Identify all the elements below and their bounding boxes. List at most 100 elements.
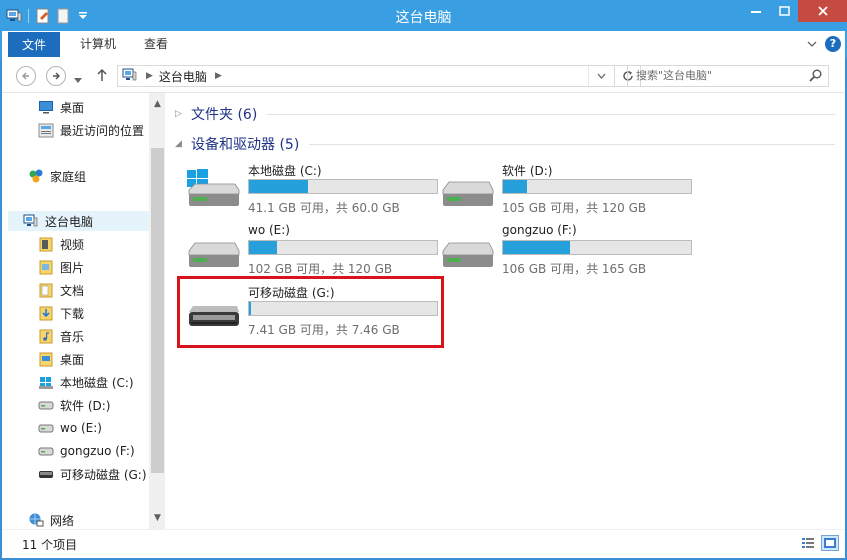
drive-size-text: 102 GB 可用，共 120 GB xyxy=(248,262,393,276)
nav-item-drive-f[interactable]: gongzuo (F:) xyxy=(38,441,135,461)
help-icon[interactable]: ? xyxy=(825,36,841,52)
usage-bar xyxy=(248,240,438,255)
up-arrow-icon[interactable] xyxy=(96,68,108,85)
status-bar: 11 个项目 xyxy=(2,529,845,558)
desktop-icon xyxy=(38,99,54,115)
nav-item-drive-d[interactable]: 软件 (D:) xyxy=(38,395,110,415)
content-pane: ▷ 文件夹 (6) ◢ 设备和驱动器 (5) 本地磁盘 (C:) 41.1 GB… xyxy=(165,93,845,529)
collapse-chevron-icon[interactable]: ◢ xyxy=(175,139,183,149)
search-input[interactable]: 搜索"这台电脑" xyxy=(627,65,829,87)
usage-bar xyxy=(502,179,692,194)
address-bar[interactable]: ▶ 这台电脑 ▶ xyxy=(117,65,615,87)
drive-d-tile[interactable]: 软件 (D:) 105 GB 可用，共 120 GB xyxy=(439,162,699,218)
tab-file[interactable]: 文件 xyxy=(8,32,61,57)
music-folder-icon xyxy=(38,328,54,344)
nav-item-network[interactable]: 网络 xyxy=(28,510,74,530)
drive-f-tile[interactable]: gongzuo (F:) 106 GB 可用，共 165 GB xyxy=(439,223,699,279)
homegroup-icon xyxy=(28,168,44,184)
close-button[interactable] xyxy=(798,0,847,22)
expand-ribbon-icon[interactable] xyxy=(807,37,817,51)
ribbon-bar: 文件 计算机 查看 ? xyxy=(0,31,847,59)
nav-item-label: 桌面 xyxy=(60,100,85,115)
nav-item-documents[interactable]: 文档 xyxy=(38,280,84,300)
window-title: 这台电脑 xyxy=(395,10,452,26)
maximize-button[interactable] xyxy=(770,0,798,22)
title-bar: 这台电脑 xyxy=(0,0,847,31)
scroll-up-icon[interactable]: ▲ xyxy=(149,96,166,113)
drive-size-text: 106 GB 可用，共 165 GB xyxy=(502,262,647,276)
nav-item-label: 视频 xyxy=(60,237,85,252)
nav-item-label: 可移动磁盘 (G:) xyxy=(60,467,147,482)
pictures-folder-icon xyxy=(38,259,54,275)
tab-view[interactable]: 查看 xyxy=(130,31,182,57)
drive-name: 可移动磁盘 (G:) xyxy=(248,286,335,300)
expand-chevron-icon[interactable]: ▷ xyxy=(175,109,183,119)
nav-item-desktop[interactable]: 桌面 xyxy=(38,97,84,117)
nav-item-music[interactable]: 音乐 xyxy=(38,326,84,346)
search-placeholder: 搜索"这台电脑" xyxy=(636,69,713,82)
nav-item-pictures[interactable]: 图片 xyxy=(38,257,84,277)
group-title: 设备和驱动器 (5) xyxy=(191,137,300,153)
nav-item-label: wo (E:) xyxy=(60,421,102,435)
nav-item-label: 家庭组 xyxy=(50,169,87,184)
nav-item-label: 图片 xyxy=(60,260,85,275)
navigation-pane: 桌面 最近访问的位置 家庭组 这台电脑 视频 图片 文档 下载 音乐 桌面 本地… xyxy=(2,93,166,530)
group-folders[interactable]: ▷ 文件夹 (6) xyxy=(175,104,835,124)
tab-computer[interactable]: 计算机 xyxy=(66,31,130,57)
address-dropdown-icon[interactable] xyxy=(588,66,614,86)
minimize-button[interactable] xyxy=(742,0,770,22)
usage-bar-fill xyxy=(249,302,251,315)
computer-icon xyxy=(23,213,39,229)
drive-c-tile[interactable]: 本地磁盘 (C:) 41.1 GB 可用，共 60.0 GB xyxy=(185,162,445,218)
drive-name: gongzuo (F:) xyxy=(502,223,577,237)
drive-e-tile[interactable]: wo (E:) 102 GB 可用，共 120 GB xyxy=(185,223,445,279)
window-controls xyxy=(742,0,847,22)
breadcrumb-this-pc[interactable]: 这台电脑 xyxy=(159,68,207,85)
breadcrumb-separator-icon[interactable]: ▶ xyxy=(146,71,153,81)
removable-drive-icon xyxy=(189,306,239,326)
windows-drive-icon xyxy=(187,169,240,206)
nav-item-label: 这台电脑 xyxy=(45,214,94,229)
details-view-icon[interactable] xyxy=(799,535,817,551)
scroll-thumb[interactable] xyxy=(151,148,164,473)
search-icon[interactable] xyxy=(809,69,822,89)
group-divider xyxy=(309,143,835,145)
nav-item-label: 本地磁盘 (C:) xyxy=(60,375,134,390)
nav-item-this-pc[interactable]: 这台电脑 xyxy=(8,211,150,231)
nav-item-downloads[interactable]: 下载 xyxy=(38,303,84,323)
drive-icon xyxy=(38,420,54,436)
nav-item-homegroup[interactable]: 家庭组 xyxy=(28,166,86,186)
recent-locations-chevron-icon[interactable] xyxy=(74,73,82,87)
forward-button[interactable] xyxy=(46,66,66,86)
nav-item-label: 下载 xyxy=(60,306,85,321)
nav-scrollbar[interactable]: ▲ ▼ xyxy=(149,93,166,529)
nav-item-videos[interactable]: 视频 xyxy=(38,234,84,254)
drive-name: 软件 (D:) xyxy=(502,164,553,178)
nav-item-drive-c[interactable]: 本地磁盘 (C:) xyxy=(38,372,134,392)
drive-icon xyxy=(188,242,240,267)
nav-item-label: 文档 xyxy=(60,283,85,298)
breadcrumb-separator-icon[interactable]: ▶ xyxy=(215,71,222,81)
view-toggle-group xyxy=(799,535,839,551)
drive-g-tile[interactable]: 可移动磁盘 (G:) 7.41 GB 可用，共 7.46 GB xyxy=(185,284,445,340)
nav-item-drive-g[interactable]: 可移动磁盘 (G:) xyxy=(38,464,147,484)
tiles-view-icon[interactable] xyxy=(821,535,839,551)
drive-size-text: 7.41 GB 可用，共 7.46 GB xyxy=(248,323,400,337)
desktop-folder-icon xyxy=(38,351,54,367)
nav-item-drive-e[interactable]: wo (E:) xyxy=(38,418,102,438)
network-icon xyxy=(28,512,44,528)
nav-item-desktop-folder[interactable]: 桌面 xyxy=(38,349,84,369)
back-arrow-icon xyxy=(22,72,29,80)
usage-bar-fill xyxy=(503,180,527,193)
scroll-down-icon[interactable]: ▼ xyxy=(149,510,166,527)
windows-drive-icon xyxy=(38,374,54,390)
videos-folder-icon xyxy=(38,236,54,252)
usage-bar-fill xyxy=(249,180,309,193)
drive-name: wo (E:) xyxy=(248,223,290,237)
group-devices[interactable]: ◢ 设备和驱动器 (5) xyxy=(175,134,835,154)
nav-item-recent-places[interactable]: 最近访问的位置 xyxy=(38,120,144,140)
group-divider xyxy=(267,113,835,115)
back-button[interactable] xyxy=(16,66,36,86)
item-count: 11 个项目 xyxy=(22,538,78,552)
drive-size-text: 41.1 GB 可用，共 60.0 GB xyxy=(248,201,400,215)
